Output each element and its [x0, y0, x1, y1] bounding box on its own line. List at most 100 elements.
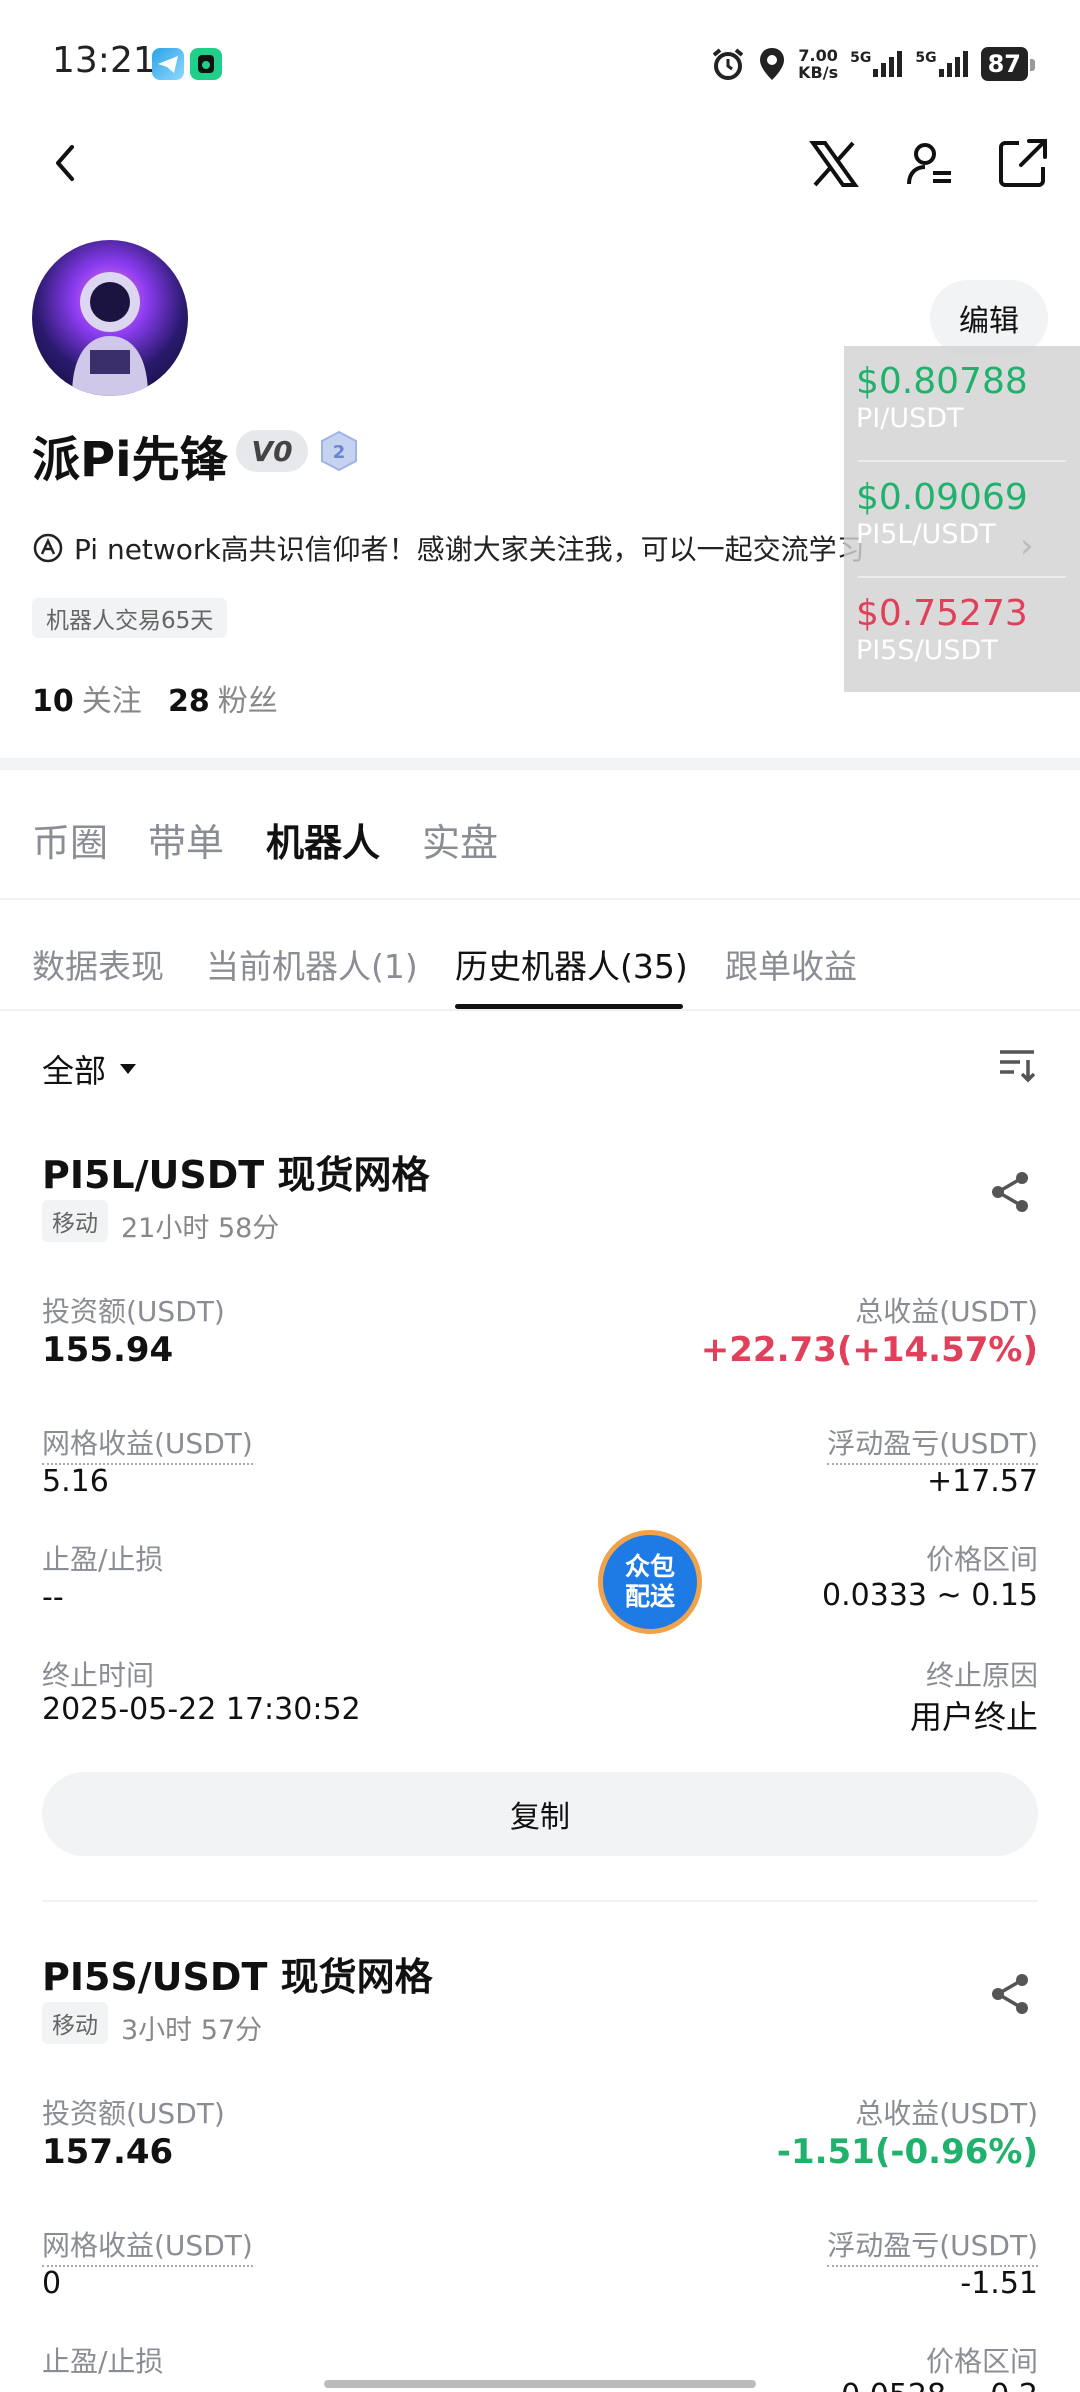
section-divider	[0, 758, 1080, 770]
floating-pnl-value: +17.57	[926, 1464, 1038, 1499]
price-range-label: 价格区间	[925, 1543, 1038, 1576]
grid-profit-value: 0	[42, 2266, 62, 2301]
bot-mode-badge: 移动	[42, 2002, 108, 2044]
followers-count: 28	[168, 684, 210, 719]
card-divider	[42, 1900, 1038, 1902]
telegram-app-icon	[152, 48, 184, 80]
subtab-current-bots[interactable]: 当前机器人(1)	[206, 940, 418, 988]
price-ticker-overlay[interactable]: $0.80788 PI/USDT $0.09069 PI5L/USDT $0.7…	[844, 346, 1080, 692]
tp-sl-value: --	[42, 1580, 64, 1615]
hexagon-level-icon: 2	[321, 430, 357, 472]
following-label: 关注	[81, 684, 142, 719]
followers-label: 粉丝	[217, 684, 278, 719]
external-share-icon	[999, 139, 1047, 187]
astronaut-avatar-icon	[72, 272, 148, 396]
location-icon	[760, 48, 785, 80]
total-profit-label: 总收益(USDT)	[855, 1295, 1038, 1328]
grid-profit-label[interactable]: 网格收益(USDT)	[42, 1422, 253, 1465]
price-ticker-item[interactable]: $0.75273 PI5S/USDT	[844, 578, 1080, 693]
following-count: 10	[32, 684, 74, 719]
price-ticker-item[interactable]: $0.80788 PI/USDT	[844, 346, 1080, 461]
copy-button[interactable]: 复制	[42, 1772, 1038, 1856]
profile-settings-button[interactable]	[902, 136, 958, 192]
bio-text: Pi network高共识信仰者！感谢大家关注我，可以一起交流学习	[74, 533, 865, 566]
status-time: 13:21	[52, 40, 156, 81]
end-reason-label: 终止原因	[925, 1659, 1038, 1692]
tab-bots[interactable]: 机器人	[266, 812, 380, 867]
vip-badge[interactable]: V0	[236, 430, 308, 472]
total-profit-value: +22.73(+14.57%)	[700, 1330, 1038, 1370]
sort-button[interactable]	[996, 1044, 1038, 1086]
share-out-button[interactable]	[994, 134, 1052, 192]
investment-label: 投资额(USDT)	[42, 2097, 225, 2130]
ticker-pair: PI5S/USDT	[856, 635, 998, 666]
chevron-left-icon	[56, 145, 74, 181]
end-time-label: 终止时间	[42, 1659, 155, 1692]
floating-pnl-label[interactable]: 浮动盈亏(USDT)	[827, 2224, 1038, 2267]
share-icon	[992, 1974, 1028, 2014]
following-stat[interactable]: 10 关注	[32, 676, 142, 720]
bio[interactable]: Pi network高共识信仰者！感谢大家关注我，可以一起交流学习	[32, 528, 865, 568]
net-speed: 7.00 KB/s	[798, 46, 839, 82]
end-reason-value: 用户终止	[909, 1698, 1038, 1736]
trading-days-tag: 机器人交易65天	[32, 598, 228, 638]
total-profit-label: 总收益(USDT)	[855, 2097, 1038, 2130]
user-edit-icon	[907, 143, 951, 185]
bot-app-icon	[190, 48, 222, 80]
crowdsource-delivery-float-button[interactable]: 众包 配送	[598, 1530, 702, 1634]
subtab-copy-earnings[interactable]: 跟单收益	[725, 940, 857, 988]
subtab-history-bots[interactable]: 历史机器人(35)	[455, 940, 688, 988]
bot-title: PI5L/USDT 现货网格	[42, 1153, 430, 1197]
ticker-price: $0.09069	[856, 477, 1028, 518]
investment-value: 155.94	[42, 1330, 174, 1370]
tab-coin-circle[interactable]: 币圈	[32, 812, 108, 867]
signal-icon	[938, 51, 968, 77]
subtab-performance[interactable]: 数据表现	[32, 940, 164, 988]
sort-icon	[1000, 1050, 1036, 1083]
svg-text:2: 2	[333, 442, 346, 463]
grid-profit-label[interactable]: 网格收益(USDT)	[42, 2224, 253, 2267]
filter-label: 全部	[42, 1052, 107, 1090]
end-time-value: 2025-05-22 17:30:52	[42, 1692, 361, 1727]
tab-live[interactable]: 实盘	[422, 812, 498, 867]
price-ticker-item[interactable]: $0.09069 PI5L/USDT	[844, 462, 1080, 577]
floating-pnl-label[interactable]: 浮动盈亏(USDT)	[827, 1422, 1038, 1465]
tab-lead-trading[interactable]: 带单	[148, 812, 224, 867]
sim1-signal: 5G	[850, 51, 903, 77]
investment-value: 157.46	[42, 2132, 174, 2172]
floating-pnl-value: -1.51	[960, 2266, 1038, 2301]
share-icon	[992, 1172, 1028, 1212]
x-logo-icon	[809, 141, 859, 187]
ticker-pair: PI/USDT	[856, 403, 964, 434]
avatar[interactable]	[32, 240, 188, 396]
status-indicators: 7.00 KB/s 5G 5G 87	[710, 42, 1036, 86]
followers-stat[interactable]: 28 粉丝	[168, 676, 278, 720]
bot-duration: 3小时 57分	[121, 2015, 263, 2046]
home-indicator[interactable]	[324, 2380, 756, 2388]
price-range-label: 价格区间	[925, 2345, 1038, 2378]
username: 派Pi先锋	[32, 432, 228, 488]
x-share-button[interactable]	[806, 136, 862, 192]
back-button[interactable]	[40, 138, 90, 188]
tabs-divider	[0, 898, 1080, 900]
bot-title: PI5S/USDT 现货网格	[42, 1955, 433, 1999]
status-bar: 13:21 7.00 KB/s 5G 5G 87	[0, 0, 1080, 130]
share-button[interactable]	[986, 1168, 1034, 1216]
ticker-price: $0.80788	[856, 361, 1028, 402]
share-button[interactable]	[986, 1970, 1034, 2018]
bot-mode-badge: 移动	[42, 1200, 108, 1242]
level-badge[interactable]: 2	[318, 430, 360, 472]
subtabs-divider	[0, 1009, 1080, 1011]
grid-profit-value: 5.16	[42, 1464, 109, 1499]
sim2-signal: 5G	[915, 51, 968, 77]
price-range-value: 0.0333 ~ 0.15	[822, 1578, 1038, 1613]
alarm-icon	[712, 48, 744, 80]
filter-dropdown[interactable]: 全部	[42, 1046, 137, 1092]
bio-logo-icon	[33, 533, 63, 563]
bot-duration: 21小时 58分	[121, 1213, 280, 1244]
total-profit-value: -1.51(-0.96%)	[776, 2132, 1038, 2172]
battery-indicator: 87	[980, 47, 1036, 81]
caret-down-icon	[120, 1064, 137, 1074]
tp-sl-label: 止盈/止损	[42, 1543, 164, 1576]
edit-profile-button[interactable]: 编辑	[930, 280, 1048, 356]
